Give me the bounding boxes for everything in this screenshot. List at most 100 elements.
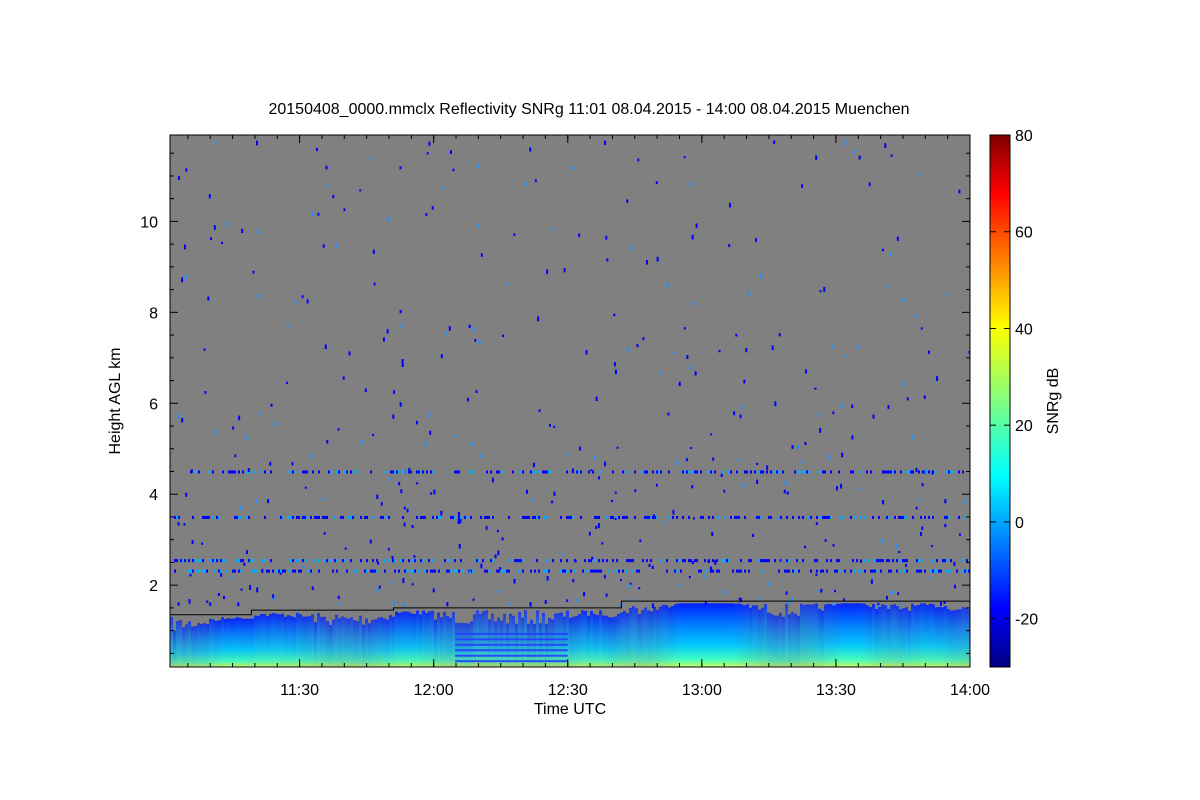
noise-segment bbox=[466, 515, 468, 519]
noise-segment bbox=[902, 559, 904, 563]
noise-speck bbox=[758, 596, 761, 599]
echo-column bbox=[413, 614, 416, 667]
noise-segment bbox=[948, 569, 950, 573]
noise-speck bbox=[819, 290, 822, 293]
noise-segment bbox=[728, 470, 730, 474]
noise-segment bbox=[788, 559, 790, 563]
echo-column bbox=[329, 624, 332, 667]
noise-segment bbox=[876, 569, 878, 573]
noise-speck bbox=[339, 602, 342, 605]
noise-speck bbox=[931, 470, 934, 475]
noise-segment bbox=[498, 569, 500, 573]
echo-column bbox=[836, 603, 839, 667]
noise-segment bbox=[622, 569, 624, 573]
noise-segment bbox=[404, 569, 406, 573]
noise-speck bbox=[902, 297, 905, 303]
echo-column bbox=[326, 621, 329, 667]
noise-speck bbox=[468, 570, 471, 575]
noise-segment bbox=[514, 559, 516, 563]
noise-segment bbox=[770, 470, 772, 474]
echo-column bbox=[746, 604, 749, 667]
noise-speck bbox=[181, 277, 184, 283]
noise-speck bbox=[583, 591, 586, 597]
noise-segment bbox=[352, 515, 354, 519]
echo-column bbox=[719, 603, 722, 667]
noise-segment bbox=[816, 569, 818, 573]
noise-segment bbox=[542, 470, 544, 474]
noise-speck bbox=[648, 563, 651, 567]
noise-speck bbox=[332, 194, 335, 199]
noise-segment bbox=[946, 515, 948, 519]
noise-segment bbox=[420, 470, 422, 474]
noise-segment bbox=[432, 569, 434, 573]
echo-column bbox=[575, 616, 578, 667]
noise-speck bbox=[958, 189, 961, 194]
noise-segment bbox=[216, 559, 218, 563]
noise-segment bbox=[276, 569, 278, 573]
noise-segment bbox=[870, 470, 872, 474]
noise-segment bbox=[532, 515, 534, 519]
echo-column bbox=[830, 604, 833, 667]
noise-speck bbox=[595, 525, 598, 530]
echo-column bbox=[671, 606, 674, 667]
echo-column bbox=[845, 603, 848, 667]
noise-speck bbox=[831, 345, 834, 349]
noise-segment bbox=[932, 559, 934, 563]
noise-segment bbox=[256, 569, 258, 573]
echo-column bbox=[893, 604, 896, 667]
noise-speck bbox=[840, 403, 843, 408]
noise-segment bbox=[584, 559, 586, 563]
noise-segment bbox=[942, 559, 944, 563]
noise-segment bbox=[486, 569, 488, 573]
echo-column bbox=[221, 617, 224, 667]
noise-speck bbox=[914, 313, 917, 318]
noise-segment bbox=[350, 515, 352, 519]
noise-segment bbox=[904, 569, 906, 573]
noise-speck bbox=[204, 390, 207, 394]
noise-speck bbox=[508, 602, 511, 606]
noise-segment bbox=[852, 559, 854, 563]
noise-segment bbox=[630, 559, 632, 563]
chart-title: 20150408_0000.mmclx Reflectivity SNRg 11… bbox=[268, 101, 909, 118]
noise-segment bbox=[588, 559, 590, 563]
noise-segment bbox=[802, 515, 804, 519]
colorbar-tick-label: 40 bbox=[1015, 321, 1033, 338]
noise-speck bbox=[480, 563, 483, 569]
noise-segment bbox=[826, 515, 828, 519]
noise-segment bbox=[582, 569, 584, 573]
x-tick-label: 14:00 bbox=[950, 682, 990, 699]
noise-segment bbox=[760, 559, 762, 563]
noise-speck bbox=[455, 434, 458, 438]
noise-speck bbox=[457, 511, 460, 516]
noise-segment bbox=[422, 559, 424, 563]
noise-segment bbox=[234, 470, 236, 474]
noise-speck bbox=[910, 435, 913, 440]
y-tick-label: 4 bbox=[149, 487, 158, 504]
echo-column bbox=[437, 612, 440, 667]
noise-segment bbox=[560, 569, 562, 573]
noise-speck bbox=[771, 345, 774, 351]
noise-speck bbox=[578, 233, 581, 237]
noise-segment bbox=[566, 515, 568, 519]
noise-segment bbox=[762, 559, 764, 563]
noise-segment bbox=[314, 515, 316, 519]
noise-speck bbox=[655, 181, 658, 185]
echo-column bbox=[269, 613, 272, 667]
noise-segment bbox=[900, 569, 902, 573]
echo-column bbox=[569, 617, 572, 667]
noise-speck bbox=[445, 331, 448, 335]
noise-segment bbox=[314, 559, 316, 563]
noise-segment bbox=[508, 515, 510, 519]
noise-segment bbox=[488, 515, 490, 519]
noise-speck bbox=[257, 294, 260, 299]
noise-speck bbox=[213, 430, 216, 435]
noise-segment bbox=[934, 569, 936, 573]
noise-speck bbox=[738, 458, 741, 462]
noise-segment bbox=[370, 569, 372, 573]
noise-segment bbox=[712, 515, 714, 519]
noise-speck bbox=[766, 465, 769, 470]
noise-segment bbox=[454, 569, 456, 573]
noise-segment bbox=[918, 569, 920, 573]
noise-speck bbox=[924, 469, 927, 474]
noise-segment bbox=[496, 470, 498, 474]
